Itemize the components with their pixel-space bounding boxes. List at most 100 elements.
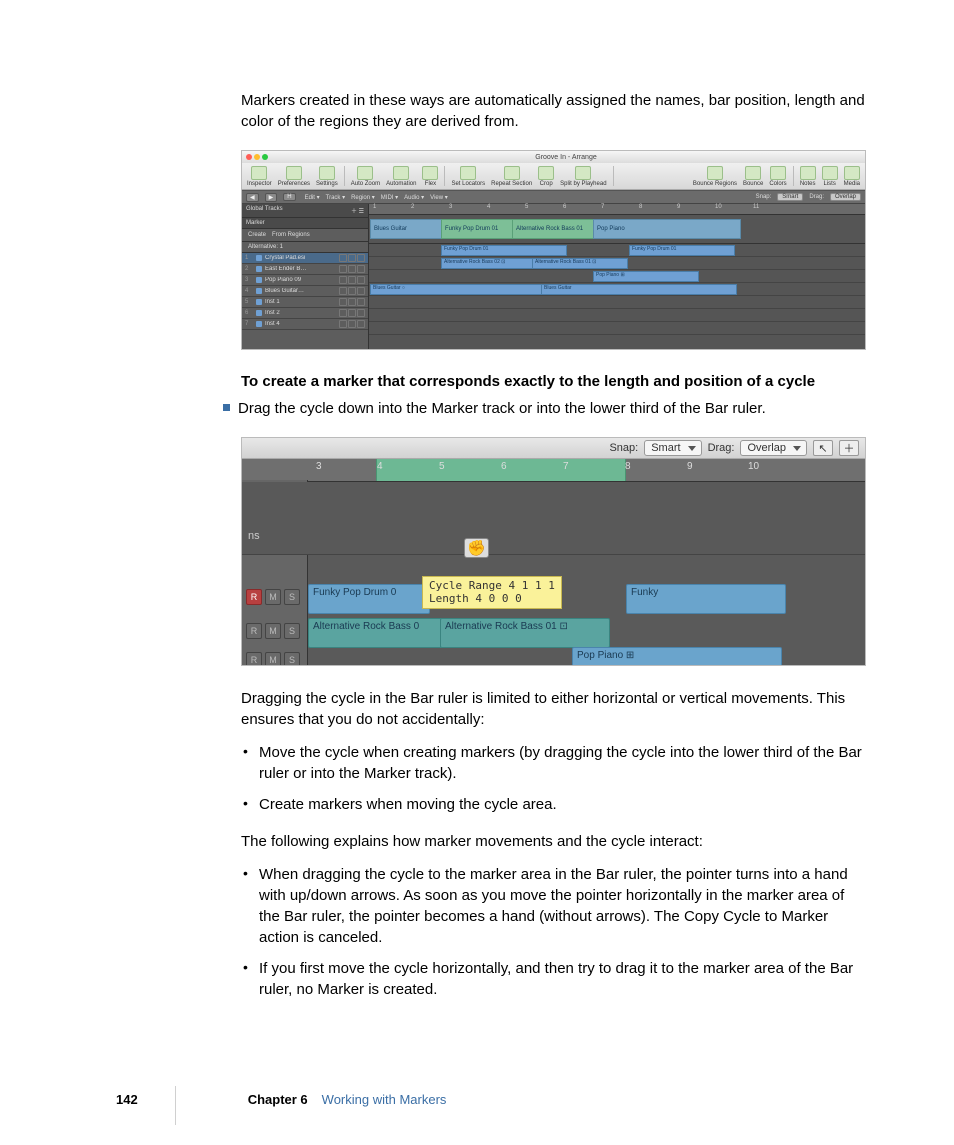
marker-lane: ↖ Blues GuitarFunky Pop Drum 01Alternati… <box>369 215 865 244</box>
toolbar-flex: Flex <box>420 166 440 187</box>
marker-from-regions-button: From Regions <box>272 232 310 238</box>
snap-select: Smart <box>644 440 701 456</box>
cycle-tooltip: Cycle Range 4 1 1 1 Length 4 0 0 0 <box>422 576 562 608</box>
tooltip-line-1: Cycle Range 4 1 1 1 <box>429 579 555 592</box>
region: Funky Pop Drum 01 <box>441 245 567 256</box>
toolbar-crop: Crop <box>536 166 556 187</box>
ribbon-h: H <box>283 193 295 201</box>
bullet-list-2: When dragging the cycle to the marker ar… <box>241 864 866 1000</box>
figure-arrange-window: Groove In - Arrange InspectorPreferences… <box>241 150 866 350</box>
track-row-3: RMS Pop Piano ⊞ <box>242 645 865 666</box>
pointer-tool-icon: ↖ <box>813 440 833 456</box>
region: Pop Piano ⊞ <box>593 271 699 282</box>
list-item: Move the cycle when creating markers (by… <box>241 742 866 784</box>
bar-ruler-closeup: 345678910 <box>242 459 865 482</box>
track-lane <box>369 322 865 335</box>
track-inst-1: 5Inst 1 <box>242 297 368 308</box>
track-crystal-pad-esi: 1Crystal Pad.esi <box>242 253 368 264</box>
track-pop-piano-09: 3Pop Piano 09 <box>242 275 368 286</box>
drag-label: Drag: <box>708 442 735 454</box>
ribbon-nav-fwd: ▶ <box>265 193 278 202</box>
marker-funky-pop-drum-01: Funky Pop Drum 01 <box>441 219 519 239</box>
toolbar-split-by-playhead: Split by Playhead <box>558 166 608 187</box>
drag-label: Drag: <box>809 194 824 200</box>
window-title: Groove In - Arrange <box>271 154 861 161</box>
marker-alternative-rock-bass-01: Alternative Rock Bass 01 <box>512 219 600 239</box>
global-tracks-header: Global Tracks <box>246 206 283 215</box>
window-traffic-lights <box>246 154 268 160</box>
footer-rule <box>175 1086 176 1125</box>
region-alt-rock-a: Alternative Rock Bass 0 <box>308 618 448 648</box>
step-bullet-icon <box>223 404 230 411</box>
region: Alternative Rock Bass 02 ⊡ <box>441 258 537 269</box>
toolbar-lists: Lists <box>820 166 840 187</box>
toolbar-preferences: Preferences <box>276 166 312 187</box>
track-lane: Funky Pop Drum 01 Funky Pop Drum 01 <box>369 244 865 257</box>
marker-section-title: Marker <box>242 218 368 229</box>
track-list-panel: Global Tracks＋ ☰ Marker Create From Regi… <box>242 204 369 349</box>
track-inst-2: 6Inst 2 <box>242 308 368 319</box>
region-funky-pop-b: Funky <box>626 584 786 614</box>
toolbar-settings: Settings <box>314 166 340 187</box>
rms-buttons: RMS <box>246 623 300 639</box>
toolbar-auto-zoom: Auto Zoom <box>349 166 382 187</box>
track-blues-guitar-: 4Blues Guitar… <box>242 286 368 297</box>
region: Blues Guitar <box>541 284 737 295</box>
marker-pop-piano: Pop Piano <box>593 219 741 239</box>
snap-label: Snap: <box>756 194 772 200</box>
list-item: If you first move the cycle horizontally… <box>241 958 866 1000</box>
toolbar-notes: Notes <box>798 166 818 187</box>
chapter-title: Working with Markers <box>322 1092 447 1107</box>
track-row-2: RMS Alternative Rock Bass 0 Alternative … <box>242 616 865 646</box>
region: Alternative Rock Bass 01 ⊡ <box>532 258 628 269</box>
track-lane: Pop Piano ⊞ <box>369 270 865 283</box>
procedure-step: Drag the cycle down into the Marker trac… <box>223 398 866 419</box>
figure-cycle-drag: Snap: Smart Drag: Overlap ↖ ＋ 345678910 … <box>241 437 866 666</box>
track-lane: Blues Guitar ○Blues Guitar <box>369 283 865 296</box>
bar-ruler: 1234567891011 <box>369 204 865 215</box>
track-lane: Alternative Rock Bass 02 ⊡Alternative Ro… <box>369 257 865 270</box>
intro-paragraph: Markers created in these ways are automa… <box>241 90 866 132</box>
track-inst-4: 7Inst 4 <box>242 319 368 330</box>
toolbar-bounce-regions: Bounce Regions <box>691 166 739 187</box>
bullet-list-1: Move the cycle when creating markers (by… <box>241 742 866 815</box>
arrange-area: 1234567891011 ↖ Blues GuitarFunky Pop Dr… <box>369 204 865 349</box>
ns-label: ns <box>248 530 260 542</box>
tooltip-line-2: Length 4 0 0 0 <box>429 592 555 605</box>
page-number: 142 <box>116 1092 138 1107</box>
toolbar-repeat-section: Repeat Section <box>489 166 534 187</box>
drag-select: Overlap <box>740 440 807 456</box>
track-lane <box>369 296 865 309</box>
step-text: Drag the cycle down into the Marker trac… <box>238 398 766 419</box>
track-east-ender-b-: 2East Ender B… <box>242 264 368 275</box>
snap-value: Smart <box>777 193 803 201</box>
ribbon-nav-back: ◀ <box>246 193 259 202</box>
toolbar-media: Media <box>842 166 862 187</box>
chapter-label: Chapter 6 <box>248 1092 308 1107</box>
body-paragraph-2: Dragging the cycle in the Bar ruler is l… <box>241 688 866 730</box>
main-toolbar: InspectorPreferencesSettingsAuto ZoomAut… <box>242 163 865 190</box>
page-footer: 142 Chapter 6 Working with Markers <box>0 1092 954 1107</box>
arrange-ribbon: ◀ ▶ H Edit ▾Track ▾Region ▾MIDI ▾Audio ▾… <box>242 190 865 204</box>
toolbar-automation: Automation <box>384 166 418 187</box>
marker-create-button: Create <box>248 232 266 238</box>
toolbar-colors: Colors <box>767 166 788 187</box>
body-paragraph-3: The following explains how marker moveme… <box>241 831 866 852</box>
window-titlebar: Groove In - Arrange <box>242 151 865 163</box>
region-funky-pop-a: Funky Pop Drum 0 <box>308 584 430 614</box>
drag-value: Overlap <box>830 193 861 201</box>
marker-blues-guitar: Blues Guitar <box>370 219 448 239</box>
region-pop-piano: Pop Piano ⊞ <box>572 647 782 666</box>
rms-buttons: RMS <box>246 589 300 605</box>
toolbar-bounce: Bounce <box>741 166 765 187</box>
global-track-lanes: ns <box>242 482 865 555</box>
snap-drag-strip: Snap: Smart Drag: Overlap ↖ ＋ <box>242 438 865 459</box>
marker-alternative-row: Alternative: 1 <box>242 242 368 253</box>
rms-buttons: RMS <box>246 652 300 666</box>
grab-cursor-icon: ✊ <box>464 538 489 558</box>
track-lane <box>369 309 865 322</box>
snap-label: Snap: <box>609 442 638 454</box>
list-item: Create markers when moving the cycle are… <box>241 794 866 815</box>
toolbar-set-locators: Set Locators <box>449 166 487 187</box>
region: Funky Pop Drum 01 <box>629 245 735 256</box>
